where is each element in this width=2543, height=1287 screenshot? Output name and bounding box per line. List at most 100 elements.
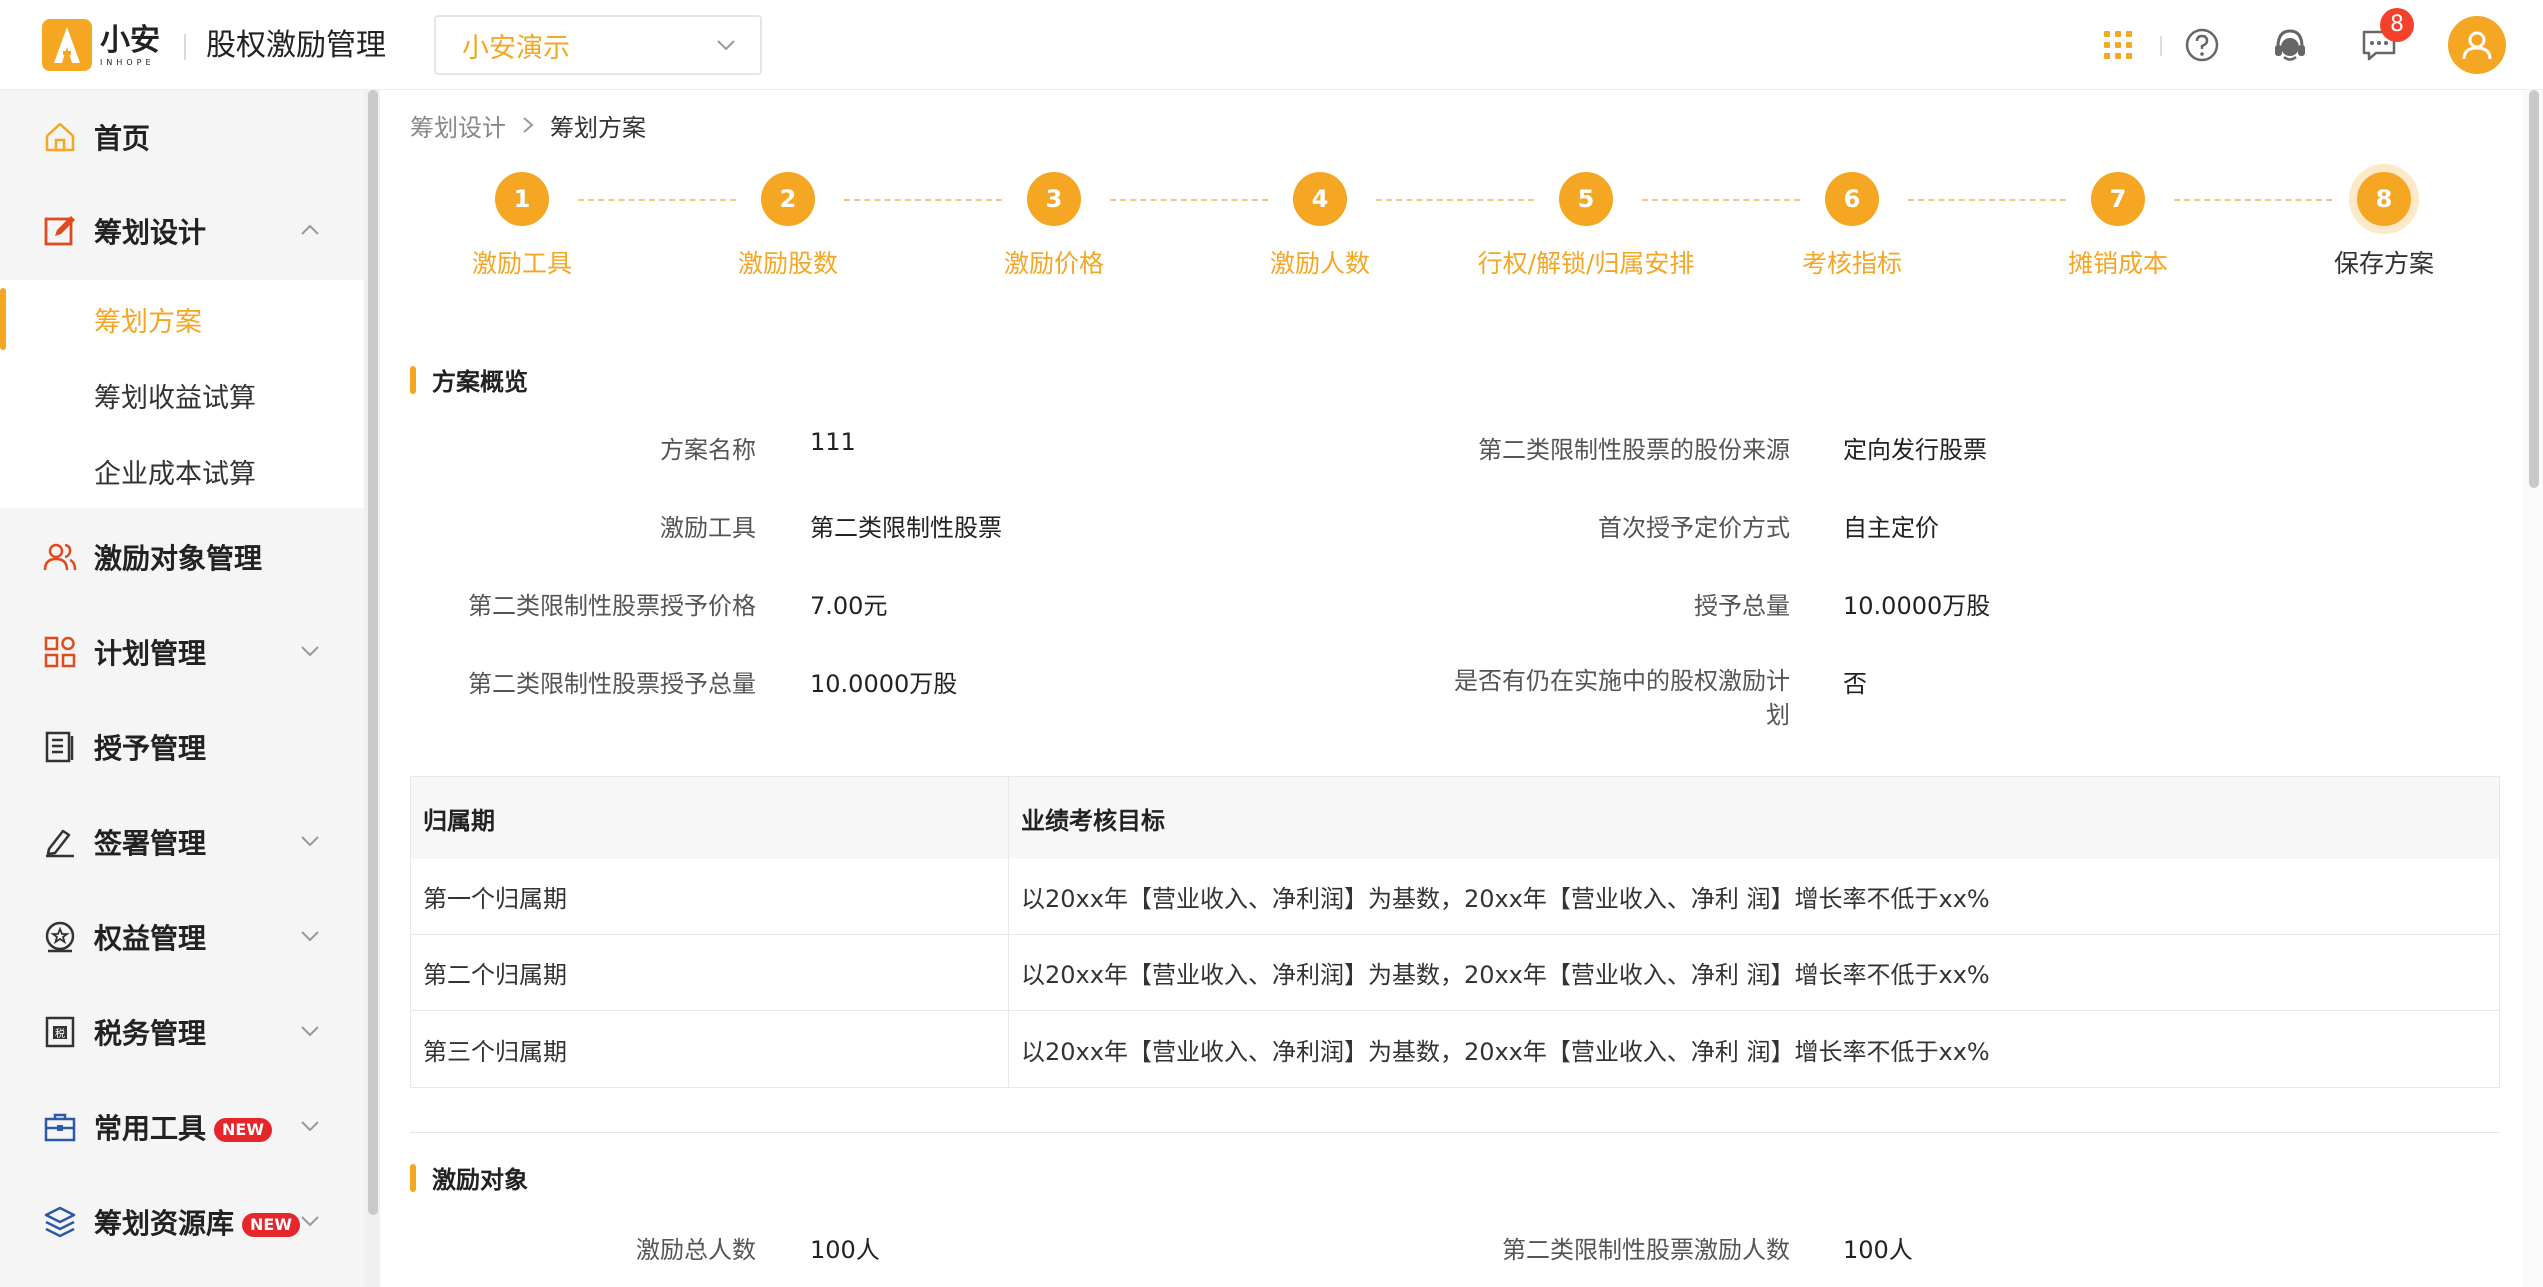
sidebar-item-equity-management[interactable]: 权益管理 <box>0 892 364 982</box>
step-number: 7 <box>2091 172 2145 226</box>
sidebar-item-label: 激励对象管理 <box>94 542 263 575</box>
sidebar-subitem-label: 筹划收益试算 <box>94 383 256 414</box>
table-cell: 以20xx年【营业收入、净利润】为基数，20xx年【营业收入、净利 润】增长率不… <box>1021 1037 1990 1066</box>
field-label: 授予总量 <box>1694 592 1790 620</box>
breadcrumb-parent[interactable]: 筹划设计 <box>410 108 506 143</box>
step-5[interactable]: 5 行权/解锁/归属安排 <box>1436 172 1736 280</box>
chevron-down-icon <box>300 1023 320 1042</box>
table-row: 第二个归属期 以20xx年【营业收入、净利润】为基数，20xx年【营业收入、净利… <box>411 935 2499 1011</box>
step-3[interactable]: 3 激励价格 <box>904 172 1204 280</box>
top-header: 小安 INHOPE 股权激励管理 小安演示 8 <box>0 0 2543 90</box>
header-divider <box>184 34 186 60</box>
field-value: 第二类限制性股票 <box>810 514 1002 542</box>
step-label: 激励股数 <box>737 249 838 278</box>
field-label: 第二类限制性股票的股份来源 <box>1478 436 1790 464</box>
field-label: 第二类限制性股票激励人数 <box>1502 1236 1790 1264</box>
step-number: 6 <box>1825 172 1879 226</box>
sidebar-subitem-cost-calc[interactable]: 企业成本试算 <box>0 432 364 508</box>
table-cell: 以20xx年【营业收入、净利润】为基数，20xx年【营业收入、净利 润】增长率不… <box>1021 961 1990 989</box>
sidebar-item-label: 筹划资源库 NEW <box>94 1202 300 1242</box>
chevron-right-icon <box>522 112 534 140</box>
step-6[interactable]: 6 考核指标 <box>1702 172 2002 280</box>
sidebar-item-tax-management[interactable]: 税 税务管理 <box>0 987 364 1077</box>
step-2[interactable]: 2 激励股数 <box>638 172 938 280</box>
table-row: 第一个归属期 以20xx年【营业收入、净利润】为基数，20xx年【营业收入、净利… <box>411 859 2499 935</box>
company-select-value: 小安演示 <box>462 32 570 64</box>
chevron-down-icon <box>300 833 320 852</box>
field-label: 首次授予定价方式 <box>1598 514 1790 542</box>
sidebar-subitem-plan[interactable]: 筹划方案 <box>0 280 364 356</box>
field-label: 激励工具 <box>660 514 756 542</box>
chevron-up-icon <box>300 222 320 241</box>
sidebar-item-text: 常用工具 <box>94 1112 207 1145</box>
chevron-down-icon <box>716 37 736 56</box>
logo-mark <box>42 19 92 71</box>
step-number: 3 <box>1027 172 1081 226</box>
step-label: 摊销成本 <box>2067 249 2168 278</box>
step-1[interactable]: 1 激励工具 <box>372 172 672 280</box>
tax-icon: 税 <box>42 1014 78 1050</box>
sidebar-item-home[interactable]: 首页 <box>0 92 364 182</box>
user-avatar[interactable] <box>2448 16 2506 74</box>
users-icon <box>42 539 78 575</box>
section-title-targets: 激励对象 <box>410 1160 528 1195</box>
field-label: 第二类限制性股票授予总量 <box>468 670 756 698</box>
section-title-text: 激励对象 <box>432 1166 528 1194</box>
field-value: 100人 <box>1843 1236 1913 1264</box>
main-scrollbar[interactable] <box>2523 90 2543 1287</box>
apps-grid-icon[interactable] <box>2093 20 2143 70</box>
breadcrumb: 筹划设计 筹划方案 <box>410 108 646 143</box>
customer-service-icon[interactable] <box>2265 20 2315 70</box>
table-header-row: 归属期 业绩考核目标 <box>411 777 2499 859</box>
step-4[interactable]: 4 激励人数 <box>1170 172 1470 280</box>
sidebar-item-tools[interactable]: 常用工具 NEW <box>0 1082 364 1172</box>
document-icon <box>42 729 78 765</box>
table-header-cell: 业绩考核目标 <box>1009 777 2499 859</box>
sidebar-subitem-income-calc[interactable]: 筹划收益试算 <box>0 356 364 432</box>
edit-icon <box>42 213 78 249</box>
logo-subtext: INHOPE <box>100 57 155 67</box>
field-label: 激励总人数 <box>636 1236 756 1264</box>
vesting-table: 归属期 业绩考核目标 第一个归属期 以20xx年【营业收入、净利润】为基数，20… <box>410 776 2500 1088</box>
step-8[interactable]: 8 保存方案 <box>2234 172 2534 280</box>
sidebar-subitem-label: 筹划方案 <box>94 307 202 338</box>
step-number: 4 <box>1293 172 1347 226</box>
sidebar-item-planning-design[interactable]: 筹划设计 <box>0 186 364 276</box>
logo-text: 小安 <box>100 22 160 58</box>
sidebar-item-grant-management[interactable]: 授予管理 <box>0 702 364 792</box>
main-scrollbar-thumb[interactable] <box>2529 90 2539 488</box>
chevron-down-icon <box>300 1118 320 1137</box>
help-icon[interactable] <box>2177 20 2227 70</box>
field-label-line: 是否有仍在实施中的股权激励计 <box>1454 667 1790 695</box>
sidebar-item-resource-library[interactable]: 筹划资源库 NEW <box>0 1177 364 1267</box>
sidebar-item-sign-management[interactable]: 签署管理 <box>0 797 364 887</box>
field-value: 否 <box>1843 670 1867 698</box>
sidebar-item-plan-management[interactable]: 计划管理 <box>0 607 364 697</box>
chevron-down-icon <box>300 928 320 947</box>
table-cell: 以20xx年【营业收入、净利润】为基数，20xx年【营业收入、净利 润】增长率不… <box>1021 885 1990 913</box>
sidebar-item-targets[interactable]: 激励对象管理 <box>0 512 364 602</box>
step-label: 激励工具 <box>471 249 572 278</box>
notification-badge: 8 <box>2380 8 2414 42</box>
logo[interactable]: 小安 INHOPE <box>42 18 160 72</box>
sidebar-item-label: 常用工具 NEW <box>94 1107 272 1147</box>
step-number: 2 <box>761 172 815 226</box>
home-icon <box>42 119 78 155</box>
app-title: 股权激励管理 <box>206 28 386 63</box>
sidebar-item-label: 签署管理 <box>94 827 207 860</box>
field-value: 10.0000万股 <box>810 670 958 698</box>
table-row: 第三个归属期 以20xx年【营业收入、净利润】为基数，20xx年【营业收入、净利… <box>411 1011 2499 1087</box>
company-select[interactable]: 小安演示 <box>434 15 762 75</box>
field-value: 7.00元 <box>810 592 888 620</box>
new-badge: NEW <box>214 1118 272 1142</box>
chevron-down-icon <box>300 643 320 662</box>
field-value: 10.0000万股 <box>1843 592 1991 620</box>
step-7[interactable]: 7 摊销成本 <box>1968 172 2268 280</box>
breadcrumb-current: 筹划方案 <box>550 114 646 142</box>
step-label: 激励人数 <box>1269 249 1370 278</box>
section-accent-bar <box>410 1163 416 1192</box>
step-label: 行权/解锁/归属安排 <box>1477 249 1695 278</box>
header-separator <box>2160 36 2162 56</box>
svg-text:税: 税 <box>55 1027 65 1040</box>
sidebar-item-label: 首页 <box>94 122 151 155</box>
